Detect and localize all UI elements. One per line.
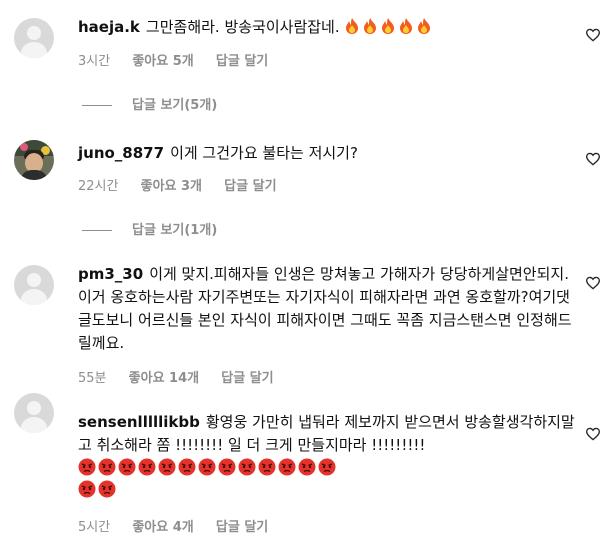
angry-face-icon [258,458,276,476]
view-replies-label: 답글 보기(1개) [132,223,218,238]
comment-text: sensenlllllikbb 황영웅 가만히 냅둬라 제보까지 받으면서 방송할… [78,411,578,501]
angry-face-icon [98,458,116,476]
avatar[interactable] [14,18,54,58]
angry-emoji-row [78,457,578,479]
timestamp[interactable]: 5시간 [78,520,110,535]
angry-face-icon [78,458,96,476]
likes-count[interactable]: 좋아요 3개 [141,179,202,194]
replies-divider [82,230,112,231]
likes-count[interactable]: 좋아요 14개 [129,371,199,386]
angry-face-icon [318,458,336,476]
comment-text: juno_8877 이게 그건가요 불타는 저시기? [78,142,578,165]
like-heart-icon[interactable] [585,27,601,43]
angry-face-icon [78,480,96,498]
comment-meta: 5시간 좋아요 4개 답글 달기 [78,516,286,535]
likes-count[interactable]: 좋아요 5개 [132,54,193,69]
comment-body: 이게 그건가요 불타는 저시기? [170,144,358,162]
angry-face-icon [278,458,296,476]
fire-icon [400,18,413,34]
comment-text: pm3_30 이게 맞지.피해자들 인생은 망쳐놓고 가해자가 당당하게살면안되지… [78,263,578,355]
angry-face-icon [138,458,156,476]
avatar[interactable] [14,393,54,433]
reply-button[interactable]: 답글 달기 [224,179,276,194]
reply-button[interactable]: 답글 달기 [221,371,273,386]
replies-divider [82,105,112,106]
angry-face-icon [298,458,316,476]
reply-button[interactable]: 답글 달기 [216,520,268,535]
view-replies-button[interactable]: 답글 보기(1개) [82,219,217,238]
timestamp[interactable]: 22시간 [78,179,118,194]
fire-icon [382,18,395,34]
like-heart-icon[interactable] [585,426,601,442]
comment-meta: 3시간 좋아요 5개 답글 달기 [78,50,286,69]
comment-text: haeja.k 그만좀해라. 방송국이사람잡네. [78,16,578,39]
fire-icon [346,18,359,34]
angry-face-icon [158,458,176,476]
username[interactable]: juno_8877 [78,144,164,162]
fire-icon [364,18,377,34]
timestamp[interactable]: 3시간 [78,54,110,69]
comment-body: 이게 맞지.피해자들 인생은 망쳐놓고 가해자가 당당하게살면안되지. 이거 옹… [78,265,572,352]
angry-face-icon [238,458,256,476]
comment-body: 그만좀해라. 방송국이사람잡네. [145,18,340,36]
like-heart-icon[interactable] [585,151,601,167]
username[interactable]: pm3_30 [78,265,143,283]
angry-face-icon [198,458,216,476]
angry-face-icon [98,480,116,498]
username[interactable]: haeja.k [78,18,140,36]
angry-face-icon [118,458,136,476]
angry-emoji-row [78,479,578,501]
view-replies-button[interactable]: 답글 보기(5개) [82,94,217,113]
angry-face-icon [178,458,196,476]
avatar[interactable] [14,140,54,180]
fire-emoji-group [344,18,434,36]
comment-meta: 55분 좋아요 14개 답글 달기 [78,367,292,386]
likes-count[interactable]: 좋아요 4개 [132,520,193,535]
angry-face-icon [218,458,236,476]
comment-meta: 22시간 좋아요 3개 답글 달기 [78,175,295,194]
reply-button[interactable]: 답글 달기 [216,54,268,69]
timestamp[interactable]: 55분 [78,371,107,386]
avatar[interactable] [14,265,54,305]
fire-icon [418,18,431,34]
like-heart-icon[interactable] [585,275,601,291]
username[interactable]: sensenlllllikbb [78,413,200,431]
view-replies-label: 답글 보기(5개) [132,98,218,113]
